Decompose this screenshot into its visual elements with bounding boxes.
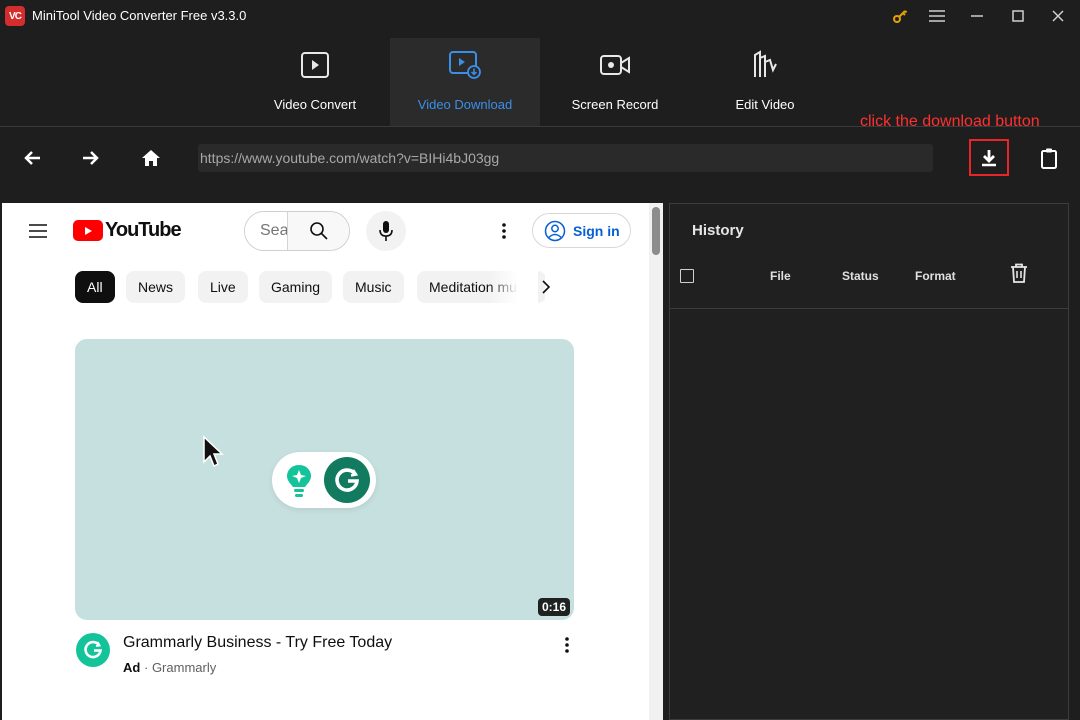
tab-edit-video[interactable]: Edit Video bbox=[690, 38, 840, 126]
chip-fade bbox=[488, 271, 538, 303]
video-duration: 0:16 bbox=[537, 598, 570, 616]
video-download-icon bbox=[448, 48, 482, 82]
title-bar: VC MiniTool Video Converter Free v3.3.0 bbox=[0, 0, 1080, 32]
grammarly-g-icon bbox=[84, 640, 102, 659]
grammarly-logo-icon bbox=[324, 457, 370, 503]
history-header-divider bbox=[670, 308, 1068, 309]
channel-avatar[interactable] bbox=[76, 633, 110, 667]
trash-icon[interactable] bbox=[1010, 263, 1030, 283]
download-button[interactable] bbox=[969, 139, 1009, 176]
video-convert-icon bbox=[300, 48, 330, 82]
category-chips: All News Live Gaming Music Meditation mu… bbox=[75, 271, 545, 303]
video-more-icon[interactable] bbox=[557, 635, 577, 655]
chip-news[interactable]: News bbox=[126, 271, 186, 303]
voice-search-button[interactable] bbox=[366, 211, 406, 251]
edit-video-icon bbox=[751, 48, 779, 82]
back-icon[interactable] bbox=[16, 142, 48, 174]
more-options-icon[interactable] bbox=[494, 221, 514, 241]
meta-separator: · bbox=[143, 660, 149, 675]
youtube-logo[interactable]: YouTube bbox=[73, 219, 182, 242]
column-file: File bbox=[770, 269, 791, 283]
maximize-icon[interactable] bbox=[1005, 4, 1031, 28]
ad-badge: Ad bbox=[123, 660, 141, 675]
tab-screen-record[interactable]: Screen Record bbox=[540, 38, 690, 126]
scrollbar-track[interactable] bbox=[649, 203, 663, 720]
tab-video-download[interactable]: Video Download bbox=[390, 38, 540, 126]
browser-view: YouTube Sign in All News Live Gaming Mus… bbox=[2, 203, 663, 720]
search-button[interactable] bbox=[287, 212, 349, 250]
download-icon bbox=[982, 149, 996, 166]
video-thumbnail[interactable]: 0:16 bbox=[75, 339, 574, 620]
lightbulb-icon bbox=[287, 465, 311, 497]
url-input[interactable] bbox=[198, 144, 933, 172]
video-info: Grammarly Business - Try Free Today Ad ·… bbox=[75, 631, 585, 691]
forward-icon[interactable] bbox=[75, 142, 107, 174]
clipboard-icon[interactable] bbox=[1033, 142, 1065, 174]
chip-gaming[interactable]: Gaming bbox=[259, 271, 333, 303]
grammarly-pill bbox=[272, 452, 376, 508]
video-title[interactable]: Grammarly Business - Try Free Today bbox=[123, 634, 392, 652]
search-icon bbox=[309, 222, 328, 240]
screen-record-icon bbox=[599, 48, 631, 82]
video-meta: Ad · Grammarly bbox=[123, 660, 216, 675]
tab-video-convert[interactable]: Video Convert bbox=[240, 38, 390, 126]
chevron-right-icon[interactable] bbox=[536, 277, 556, 297]
mouse-cursor-icon bbox=[202, 435, 226, 474]
youtube-search-input[interactable] bbox=[245, 212, 287, 250]
chip-music[interactable]: Music bbox=[343, 271, 404, 303]
close-icon[interactable] bbox=[1045, 4, 1071, 28]
history-panel: History File Status Format bbox=[669, 203, 1069, 720]
chip-live[interactable]: Live bbox=[198, 271, 248, 303]
select-all-checkbox[interactable] bbox=[680, 269, 694, 283]
app-logo-icon: VC bbox=[5, 6, 25, 26]
channel-name[interactable]: Grammarly bbox=[152, 660, 216, 675]
scrollbar-thumb[interactable] bbox=[652, 207, 660, 255]
column-format: Format bbox=[915, 269, 956, 283]
download-hint: click the download button bbox=[860, 113, 1040, 130]
youtube-search-box bbox=[244, 211, 350, 251]
youtube-play-icon bbox=[73, 220, 103, 241]
chip-all[interactable]: All bbox=[75, 271, 115, 303]
youtube-menu-icon[interactable] bbox=[28, 223, 50, 243]
history-title: History bbox=[692, 222, 744, 239]
menu-icon[interactable] bbox=[924, 4, 950, 28]
app-title: MiniTool Video Converter Free v3.3.0 bbox=[32, 8, 247, 23]
column-status: Status bbox=[842, 269, 879, 283]
minimize-icon[interactable] bbox=[964, 4, 990, 28]
account-icon bbox=[544, 220, 566, 241]
sign-in-button[interactable]: Sign in bbox=[532, 213, 631, 248]
browser-toolbar: click the download button bbox=[0, 113, 1080, 199]
key-icon[interactable] bbox=[887, 4, 913, 28]
microphone-icon bbox=[379, 221, 393, 241]
home-icon[interactable] bbox=[135, 142, 167, 174]
main-nav: Video Convert Video Download Screen Reco… bbox=[0, 32, 1080, 126]
